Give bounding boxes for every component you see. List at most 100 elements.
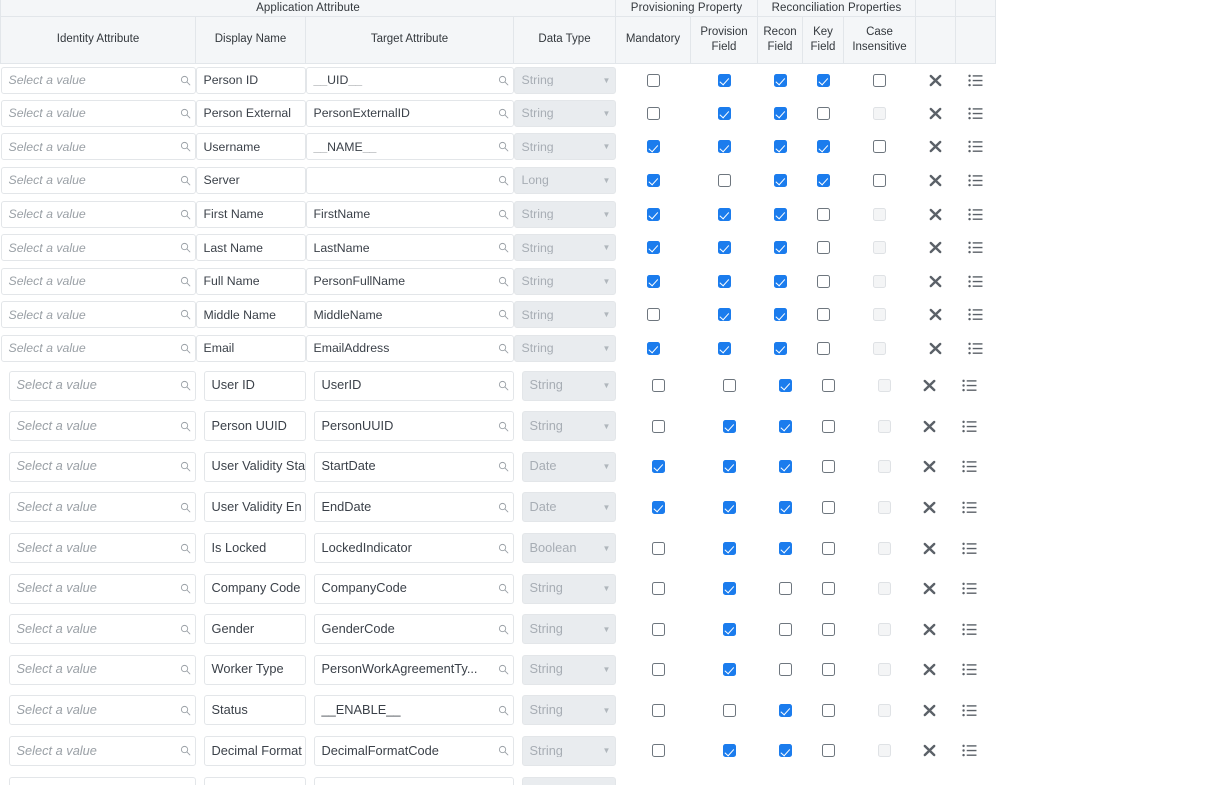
key-field-checkbox[interactable]: [816, 73, 830, 87]
display-name-input[interactable]: Person ID: [195, 66, 306, 94]
mandatory-checkbox[interactable]: [651, 379, 665, 393]
key-field-checkbox[interactable]: [821, 582, 835, 596]
chevron-down-icon[interactable]: ▼: [599, 625, 615, 634]
search-icon[interactable]: [177, 745, 195, 756]
recon-field-checkbox[interactable]: [773, 274, 787, 288]
advanced-settings-button[interactable]: [950, 460, 990, 473]
data-type-select[interactable]: String ▼: [513, 301, 616, 329]
column-header-target-attribute[interactable]: Target Attribute: [305, 15, 514, 64]
delete-row-button[interactable]: [910, 622, 950, 637]
search-icon[interactable]: [177, 242, 195, 253]
recon-field-checkbox[interactable]: [778, 663, 792, 677]
target-attribute-input[interactable]: CompanyCode: [313, 573, 514, 604]
mandatory-checkbox[interactable]: [651, 582, 665, 596]
mandatory-checkbox[interactable]: [646, 274, 660, 288]
provision-field-checkbox[interactable]: [722, 541, 736, 555]
case-insensitive-checkbox[interactable]: [873, 140, 886, 154]
advanced-settings-button[interactable]: [956, 74, 996, 87]
column-header-provision-field[interactable]: Provision Field: [690, 15, 758, 64]
search-icon[interactable]: [177, 108, 195, 119]
delete-row-button[interactable]: [910, 378, 950, 393]
delete-row-button[interactable]: [916, 341, 956, 356]
search-icon[interactable]: [177, 421, 195, 432]
column-header-key-field[interactable]: Key Field: [802, 15, 844, 64]
provision-field-checkbox[interactable]: [717, 207, 731, 221]
chevron-down-icon[interactable]: ▼: [599, 176, 615, 185]
target-attribute-input[interactable]: __ENABLE__: [313, 695, 514, 726]
recon-field-checkbox[interactable]: [773, 342, 787, 356]
identity-attribute-input[interactable]: Select a value: [8, 695, 196, 726]
search-icon[interactable]: [495, 343, 513, 354]
target-attribute-input[interactable]: EmailAddress: [305, 335, 514, 363]
search-icon[interactable]: [177, 543, 195, 554]
advanced-settings-button[interactable]: [950, 744, 990, 757]
delete-row-button[interactable]: [910, 581, 950, 596]
target-attribute-input[interactable]: [313, 776, 514, 785]
provision-field-checkbox[interactable]: [722, 744, 736, 758]
delete-row-button[interactable]: [910, 459, 950, 474]
advanced-settings-button[interactable]: [956, 342, 996, 355]
key-field-checkbox[interactable]: [821, 500, 835, 514]
key-field-checkbox[interactable]: [816, 308, 830, 322]
provision-field-checkbox[interactable]: [722, 663, 736, 677]
key-field-checkbox[interactable]: [816, 174, 830, 188]
display-name-input[interactable]: Decimal Format: [203, 735, 306, 766]
display-name-input[interactable]: Status: [203, 695, 306, 726]
key-field-checkbox[interactable]: [821, 622, 835, 636]
target-attribute-input[interactable]: PersonUUID: [313, 411, 514, 442]
key-field-checkbox[interactable]: [816, 241, 830, 255]
search-icon[interactable]: [495, 380, 513, 391]
key-field-checkbox[interactable]: [816, 207, 830, 221]
provision-field-checkbox[interactable]: [722, 500, 736, 514]
data-type-select[interactable]: String ▼: [521, 695, 616, 726]
data-type-select[interactable]: String ▼: [513, 234, 616, 262]
search-icon[interactable]: [495, 543, 513, 554]
identity-attribute-input[interactable]: Select a value: [8, 533, 196, 564]
provision-field-checkbox[interactable]: [717, 342, 731, 356]
advanced-settings-button[interactable]: [950, 542, 990, 555]
chevron-down-icon[interactable]: ▼: [599, 310, 615, 319]
data-type-select[interactable]: ▼: [521, 776, 616, 785]
column-header-identity-attribute[interactable]: Identity Attribute: [0, 15, 196, 64]
target-attribute-input[interactable]: [305, 167, 514, 195]
recon-field-checkbox[interactable]: [773, 106, 787, 120]
chevron-down-icon[interactable]: ▼: [599, 544, 615, 553]
target-attribute-input[interactable]: MiddleName: [305, 301, 514, 329]
mandatory-checkbox[interactable]: [646, 140, 660, 154]
key-field-checkbox[interactable]: [821, 703, 835, 717]
advanced-settings-button[interactable]: [950, 663, 990, 676]
identity-attribute-input[interactable]: Select a value: [0, 66, 196, 94]
case-insensitive-checkbox[interactable]: [873, 73, 886, 87]
data-type-select[interactable]: String ▼: [513, 200, 616, 228]
provision-field-checkbox[interactable]: [722, 582, 736, 596]
identity-attribute-input[interactable]: Select a value: [0, 301, 196, 329]
delete-row-button[interactable]: [910, 703, 950, 718]
delete-row-button[interactable]: [910, 419, 950, 434]
display-name-input[interactable]: [203, 776, 306, 785]
delete-row-button[interactable]: [910, 541, 950, 556]
provision-field-checkbox[interactable]: [717, 73, 731, 87]
advanced-settings-button[interactable]: [950, 379, 990, 392]
chevron-down-icon[interactable]: ▼: [599, 277, 615, 286]
data-type-select[interactable]: Boolean ▼: [521, 533, 616, 564]
data-type-select[interactable]: String ▼: [521, 573, 616, 604]
recon-field-checkbox[interactable]: [778, 541, 792, 555]
search-icon[interactable]: [495, 583, 513, 594]
search-icon[interactable]: [495, 745, 513, 756]
recon-field-checkbox[interactable]: [778, 622, 792, 636]
recon-field-checkbox[interactable]: [773, 174, 787, 188]
display-name-input[interactable]: Server: [195, 167, 306, 195]
identity-attribute-input[interactable]: Select a value: [8, 411, 196, 442]
identity-attribute-input[interactable]: Select a value: [0, 99, 196, 127]
delete-row-button[interactable]: [916, 307, 956, 322]
chevron-down-icon[interactable]: ▼: [599, 381, 615, 390]
advanced-settings-button[interactable]: [956, 308, 996, 321]
chevron-down-icon[interactable]: ▼: [599, 706, 615, 715]
key-field-checkbox[interactable]: [821, 460, 835, 474]
mandatory-checkbox[interactable]: [646, 73, 660, 87]
provision-field-checkbox[interactable]: [717, 140, 731, 154]
chevron-down-icon[interactable]: ▼: [599, 422, 615, 431]
chevron-down-icon[interactable]: ▼: [599, 665, 615, 674]
data-type-select[interactable]: String ▼: [513, 267, 616, 295]
provision-field-checkbox[interactable]: [722, 460, 736, 474]
